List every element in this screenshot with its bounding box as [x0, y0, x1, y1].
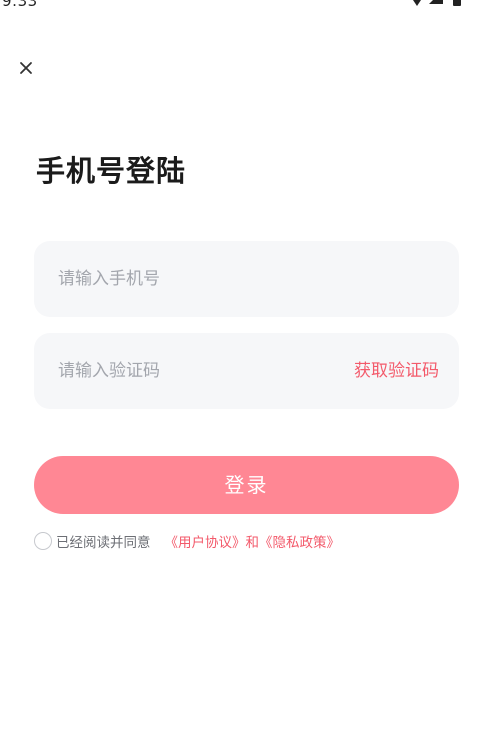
verification-code-input[interactable] — [58, 333, 318, 409]
user-agreement-link[interactable]: 《用户协议》 — [165, 531, 246, 551]
page-title: 手机号登陆 — [36, 154, 187, 188]
close-icon — [20, 62, 32, 74]
status-icons — [409, 0, 461, 6]
battery-icon — [453, 0, 461, 6]
phone-field[interactable] — [34, 241, 459, 317]
agree-checkbox[interactable] — [34, 532, 52, 550]
code-field[interactable]: 获取验证码 — [34, 333, 459, 409]
get-code-button[interactable]: 获取验证码 — [354, 333, 439, 409]
agreement-row: 已经阅读并同意 《用户协议》 和 《隐私政策》 — [34, 530, 340, 552]
phone-input[interactable] — [58, 241, 438, 317]
wifi-icon — [409, 0, 425, 6]
login-button[interactable]: 登录 — [34, 456, 459, 514]
agreement-text: 已经阅读并同意 — [56, 535, 151, 551]
status-bar: 9:33 — [0, 0, 491, 14]
close-button[interactable] — [14, 56, 38, 80]
agreement-and-text: 和 — [245, 535, 260, 551]
privacy-policy-link[interactable]: 《隐私政策》 — [259, 531, 340, 551]
status-time: 9:33 — [2, 0, 38, 10]
signal-icon — [429, 0, 443, 4]
